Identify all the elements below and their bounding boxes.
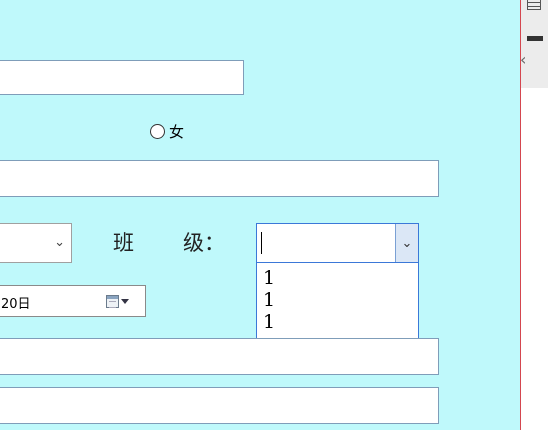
right-panel-toolbar: ‹ <box>520 0 548 88</box>
grid-icon[interactable] <box>527 0 541 10</box>
class-option[interactable]: 1 <box>257 289 418 311</box>
chevron-down-icon[interactable]: ⌄ <box>54 235 65 250</box>
calendar-icon <box>106 294 119 308</box>
chevron-down-icon[interactable]: ⌄ <box>395 224 418 262</box>
name-input[interactable] <box>0 60 244 95</box>
date-value: 20日 <box>1 297 31 312</box>
chevron-left-icon[interactable]: ‹ <box>520 52 526 68</box>
date-picker[interactable]: 20日 <box>0 285 146 317</box>
gender-female-label: 女 <box>169 122 185 141</box>
left-select[interactable]: ⌄ <box>0 223 72 263</box>
gender-female-radio[interactable]: 女 <box>150 121 184 141</box>
class-label-part2: 级： <box>183 231 225 255</box>
calendar-button[interactable] <box>106 292 129 310</box>
registration-form: 女 ⌄ 班 级： ⌄ 1 1 1 20日 <box>0 0 520 430</box>
class-option[interactable]: 1 <box>257 311 418 333</box>
text-caret <box>261 232 262 254</box>
text-input-row7[interactable] <box>0 387 439 424</box>
minus-bar-icon[interactable] <box>527 36 543 41</box>
class-option[interactable]: 1 <box>257 267 418 289</box>
class-label: 班 级： <box>113 228 225 256</box>
right-side-panel: ‹ <box>520 0 548 430</box>
dropdown-triangle-icon <box>121 298 129 304</box>
text-input-row3[interactable] <box>0 160 439 197</box>
radio-circle-icon[interactable] <box>150 123 165 139</box>
class-select[interactable]: ⌄ <box>256 223 419 263</box>
text-input-row6[interactable] <box>0 338 439 375</box>
class-label-part1: 班 <box>113 231 134 255</box>
